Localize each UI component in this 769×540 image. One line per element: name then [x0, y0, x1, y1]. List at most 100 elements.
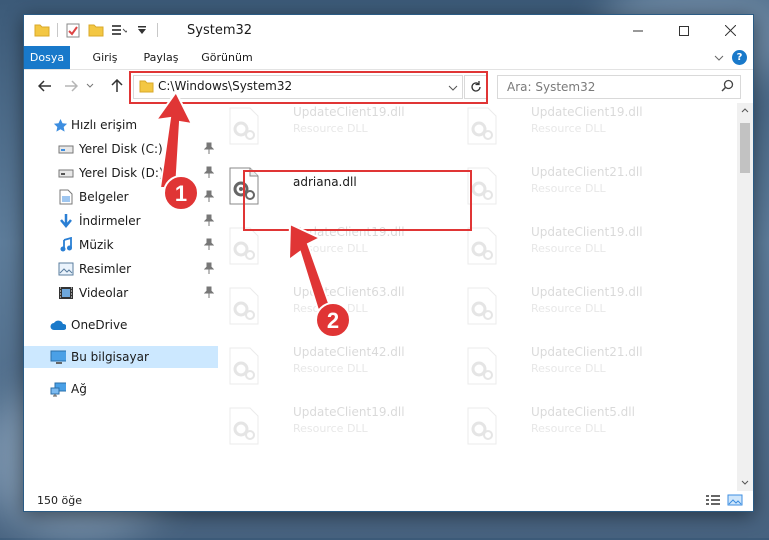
documents-icon — [58, 189, 74, 205]
file-tile[interactable]: UpdateClient42.dll Resource DLL — [220, 343, 450, 389]
file-tile[interactable]: UpdateClient5.dll Resource DLL — [458, 403, 688, 449]
maximize-button[interactable] — [661, 15, 707, 46]
tab-view[interactable]: Görünüm — [196, 46, 258, 69]
recent-locations-button[interactable] — [84, 77, 96, 95]
pin-icon[interactable] — [203, 142, 215, 157]
file-name: UpdateClient19.dll — [293, 105, 405, 119]
sidebar-item-pictures[interactable]: Resimler — [24, 258, 218, 280]
details-view-icon[interactable] — [705, 494, 721, 509]
scroll-down-icon — [741, 480, 749, 485]
pin-icon[interactable] — [203, 286, 215, 301]
arrow-left-icon — [38, 80, 51, 92]
sidebar-item-onedrive[interactable]: OneDrive — [24, 314, 218, 336]
sidebar-item-label: Videolar — [79, 286, 129, 300]
file-type: Resource DLL — [531, 122, 606, 135]
ribbon-tabs: Dosya Giriş Paylaş Görünüm ? — [24, 46, 753, 70]
computer-icon — [50, 349, 66, 365]
network-icon — [50, 381, 66, 397]
expand-ribbon-icon[interactable] — [714, 51, 724, 65]
sidebar-item-downloads[interactable]: İndirmeler — [24, 210, 218, 232]
back-button[interactable] — [36, 77, 54, 95]
file-name: UpdateClient63.dll — [293, 285, 405, 299]
file-type: Resource DLL — [293, 242, 368, 255]
chevron-down-icon — [86, 83, 94, 88]
dll-file-icon — [229, 347, 259, 385]
file-type: Resource DLL — [531, 302, 606, 315]
properties-icon[interactable] — [65, 22, 81, 38]
search-box[interactable]: Ara: System32 — [497, 75, 741, 99]
search-input[interactable]: Ara: System32 — [507, 80, 595, 94]
pin-icon[interactable] — [203, 262, 215, 277]
file-type: Resource DLL — [293, 302, 368, 315]
sidebar-item-music[interactable]: Müzik — [24, 234, 218, 256]
tab-home[interactable]: Giriş — [85, 46, 125, 69]
arrow-right-icon — [65, 80, 78, 92]
sidebar-item-label: Belgeler — [79, 190, 129, 204]
vertical-scrollbar[interactable] — [737, 103, 753, 491]
large-icons-view-icon[interactable] — [727, 494, 743, 509]
minimize-icon — [633, 30, 643, 31]
pin-icon[interactable] — [203, 238, 215, 253]
dll-file-icon — [467, 347, 497, 385]
file-type: Resource DLL — [293, 362, 368, 375]
file-type: Resource DLL — [531, 182, 606, 195]
sidebar-item-local-disk-c[interactable]: Yerel Disk (C:) — [24, 138, 218, 160]
file-tile[interactable]: UpdateClient63.dll Resource DLL — [220, 283, 450, 329]
file-tile[interactable]: UpdateClient21.dll Resource DLL — [458, 343, 688, 389]
dll-file-icon — [467, 227, 497, 265]
file-type: Resource DLL — [531, 362, 606, 375]
file-tile[interactable]: UpdateClient21.dll Resource DLL — [458, 163, 688, 209]
quick-access-toolbar — [34, 22, 158, 38]
close-button[interactable] — [707, 15, 753, 46]
search-icon[interactable] — [721, 79, 734, 95]
status-bar: 150 öğe — [24, 491, 753, 511]
arrow-up-icon — [111, 79, 123, 92]
file-name: UpdateClient21.dll — [531, 345, 643, 359]
sidebar-item-label: Bu bilgisayar — [71, 350, 149, 364]
scrollbar-thumb[interactable] — [740, 123, 750, 173]
drive-icon — [58, 141, 74, 157]
sidebar-item-quick-access[interactable]: Hızlı erişim — [24, 114, 218, 136]
sidebar-item-documents[interactable]: Belgeler — [24, 186, 218, 208]
forward-button[interactable] — [62, 77, 80, 95]
file-highlight — [243, 170, 472, 231]
view-options-icon[interactable] — [111, 22, 127, 38]
file-tile[interactable]: UpdateClient19.dll Resource DLL — [220, 103, 450, 149]
sidebar-item-this-pc[interactable]: Bu bilgisayar — [24, 346, 218, 368]
dll-file-icon — [229, 227, 259, 265]
help-icon[interactable]: ? — [732, 50, 747, 65]
file-tile[interactable]: UpdateClient19.dll Resource DLL — [220, 403, 450, 449]
tab-share[interactable]: Paylaş — [137, 46, 185, 69]
file-tile[interactable]: UpdateClient19.dll Resource DLL — [458, 223, 688, 269]
pin-icon[interactable] — [203, 166, 215, 181]
video-icon — [58, 285, 74, 301]
sidebar-item-label: Hızlı erişim — [71, 118, 138, 132]
file-tile[interactable]: UpdateClient19.dll Resource DLL — [458, 283, 688, 329]
minimize-button[interactable] — [615, 15, 661, 46]
file-name: UpdateClient19.dll — [531, 285, 643, 299]
navigation-pane: Hızlı erişim Yerel Disk (C:) Yerel Disk … — [24, 110, 218, 490]
close-icon — [724, 25, 736, 36]
cloud-icon — [50, 317, 66, 333]
file-tile[interactable]: UpdateClient19.dll Resource DLL — [458, 103, 688, 149]
customize-toolbar-icon[interactable] — [134, 22, 150, 38]
file-name: UpdateClient42.dll — [293, 345, 405, 359]
sidebar-item-network[interactable]: Ağ — [24, 378, 218, 400]
scroll-up-icon — [741, 108, 749, 113]
new-folder-icon[interactable] — [88, 22, 104, 38]
drive-icon — [58, 165, 74, 181]
sidebar-item-videos[interactable]: Videolar — [24, 282, 218, 304]
file-name: UpdateClient19.dll — [531, 105, 643, 119]
sidebar-item-label: Resimler — [79, 262, 132, 276]
file-name: UpdateClient19.dll — [293, 405, 405, 419]
pin-icon[interactable] — [203, 190, 215, 205]
pin-icon[interactable] — [203, 214, 215, 229]
file-name: UpdateClient19.dll — [531, 225, 643, 239]
up-button[interactable] — [108, 77, 126, 95]
pictures-icon — [58, 261, 74, 277]
dll-file-icon — [467, 287, 497, 325]
tab-file[interactable]: Dosya — [24, 46, 70, 69]
sidebar-item-local-disk-d[interactable]: Yerel Disk (D:) — [24, 162, 218, 184]
window-title: System32 — [187, 23, 253, 38]
file-type: Resource DLL — [531, 242, 606, 255]
